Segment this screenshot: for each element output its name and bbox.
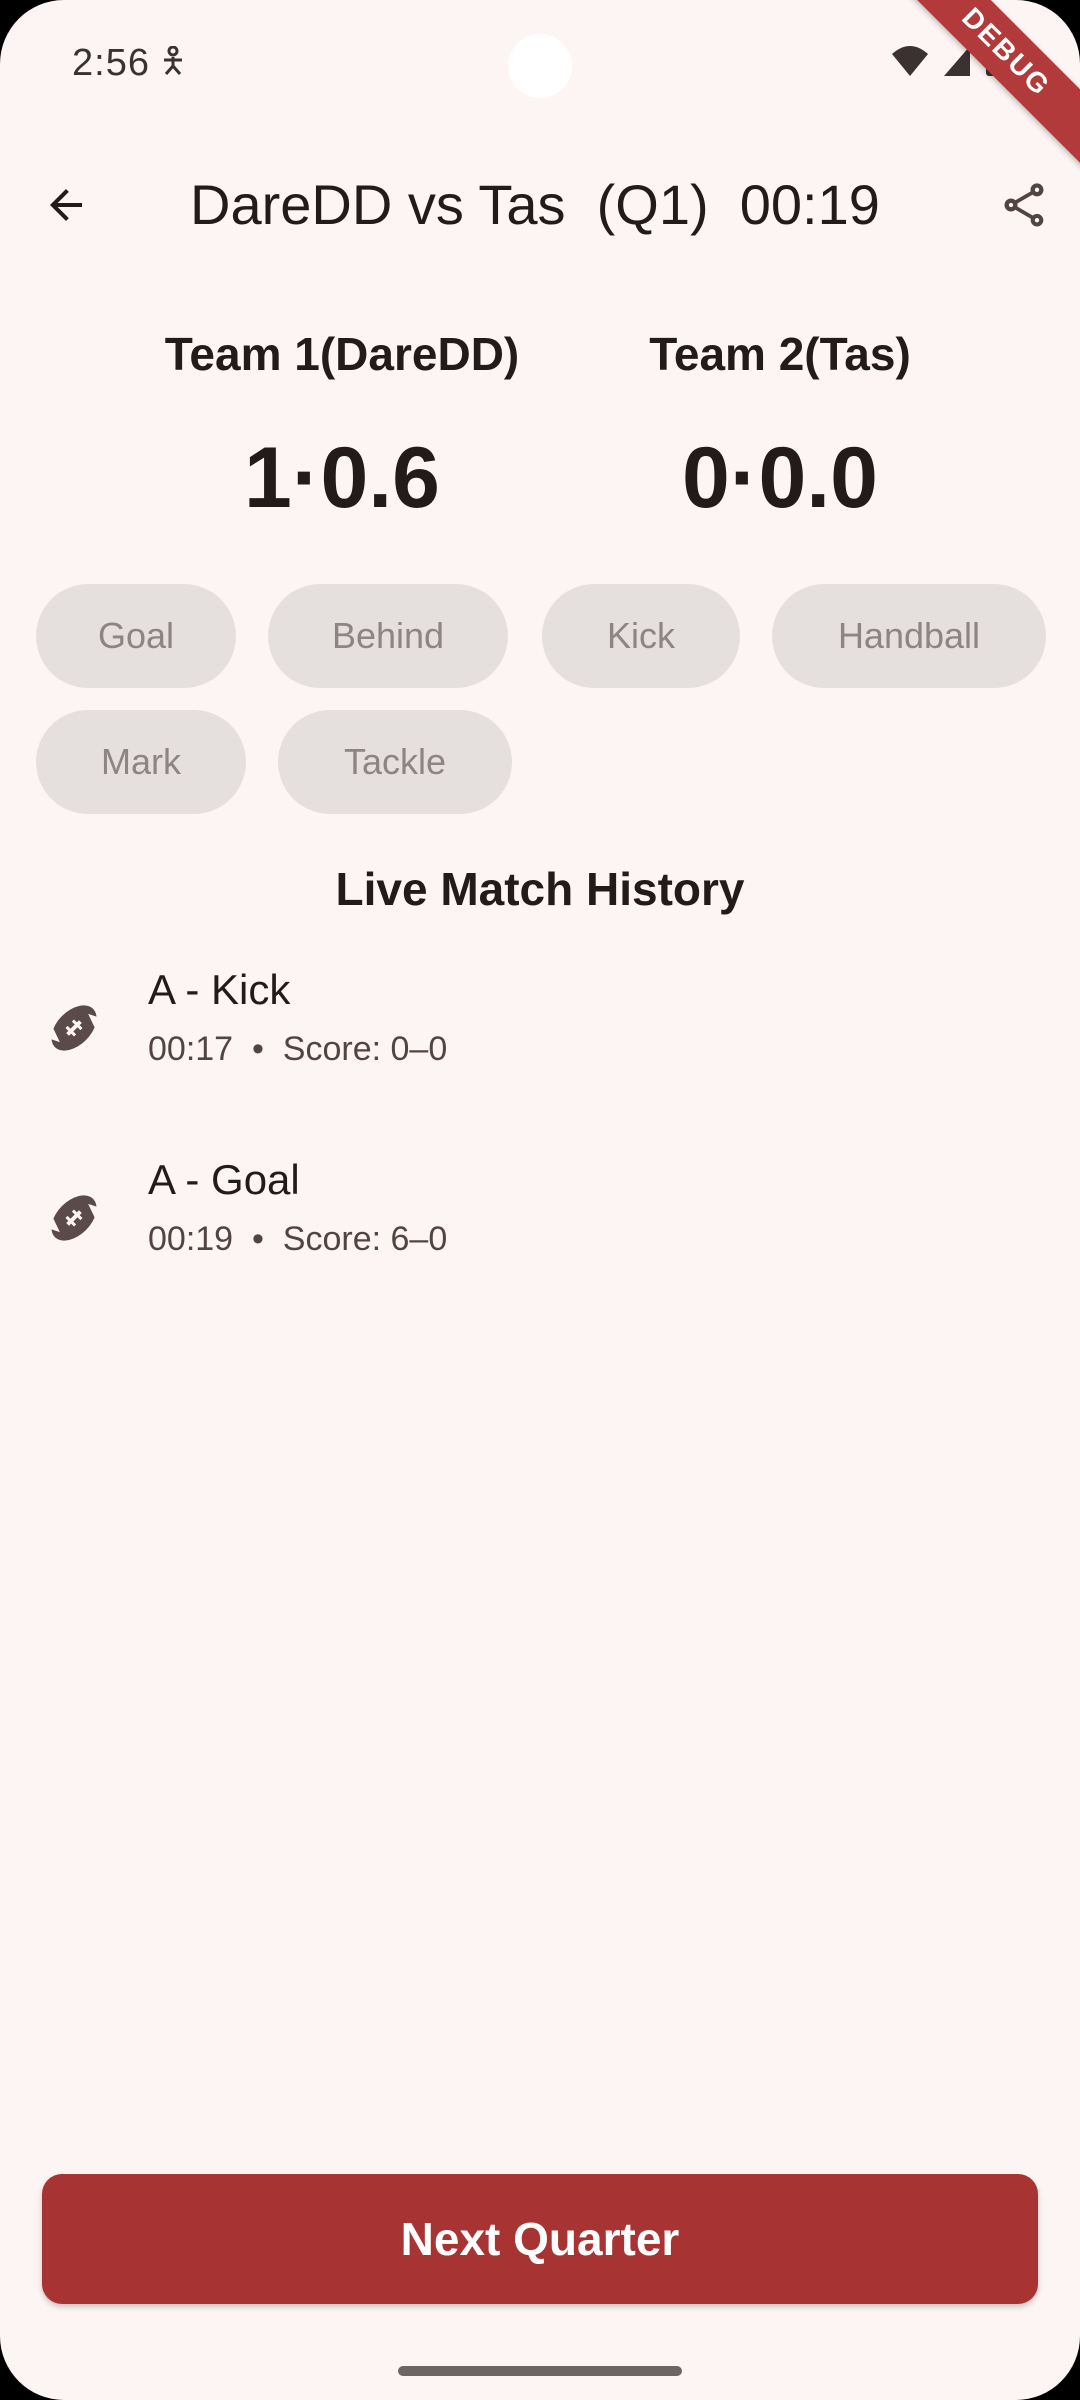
share-button[interactable]	[992, 173, 1056, 237]
history-item-score: Score: 0–0	[282, 1030, 448, 1068]
home-indicator[interactable]	[398, 2366, 682, 2376]
handball-button[interactable]: Handball	[772, 584, 1046, 688]
football-icon	[49, 1005, 99, 1051]
goal-button[interactable]: Goal	[36, 584, 236, 688]
next-quarter-button[interactable]: Next Quarter	[42, 2174, 1038, 2304]
page-title: DareDD vs Tas (Q1) 00:19	[190, 173, 880, 236]
team-2-panel: Team 2(Tas) 0·0.0	[570, 318, 990, 528]
history-item-subtitle: 00:17 • Score: 0–0	[148, 1030, 448, 1068]
status-bar: 2:56	[0, 0, 1080, 130]
team-2-name: Team 2(Tas)	[649, 328, 911, 380]
status-time: 2:56	[72, 42, 150, 84]
history-heading: Live Match History	[335, 863, 745, 915]
team-2-score: 0·0.0	[681, 430, 879, 526]
app-bar: DareDD vs Tas (Q1) 00:19	[0, 140, 1080, 270]
history-item-title: A - Kick	[148, 966, 291, 1013]
back-button[interactable]	[34, 173, 98, 237]
share-icon	[1004, 183, 1044, 227]
behind-button[interactable]: Behind	[268, 584, 508, 688]
football-icon	[49, 1195, 99, 1241]
history-item-score: Score: 6–0	[282, 1220, 448, 1258]
history-item-subtitle: 00:19 • Score: 6–0	[148, 1220, 448, 1258]
app-screen: 2:56 DEBUG DareDD vs Tas (Q1) 00:19 Team…	[0, 0, 1080, 2400]
history-item-time: 00:17	[148, 1030, 234, 1068]
list-item: A - Goal 00:19 • Score: 6–0	[0, 1150, 1080, 1300]
team-1-name: Team 1(DareDD)	[164, 328, 520, 380]
team-1-score: 1·0.6	[243, 430, 441, 526]
history-item-time: 00:19	[148, 1220, 234, 1258]
history-item-title: A - Goal	[148, 1156, 300, 1203]
mark-button[interactable]: Mark	[36, 710, 246, 814]
tackle-button[interactable]: Tackle	[278, 710, 512, 814]
arrow-back-icon	[50, 189, 82, 221]
wifi-icon	[892, 46, 928, 76]
accessibility-icon	[164, 46, 182, 75]
team-1-panel: Team 1(DareDD) 1·0.6	[132, 318, 552, 528]
kick-button[interactable]: Kick	[542, 584, 740, 688]
camera-cutout	[508, 34, 572, 98]
list-item: A - Kick 00:17 • Score: 0–0	[0, 960, 1080, 1110]
